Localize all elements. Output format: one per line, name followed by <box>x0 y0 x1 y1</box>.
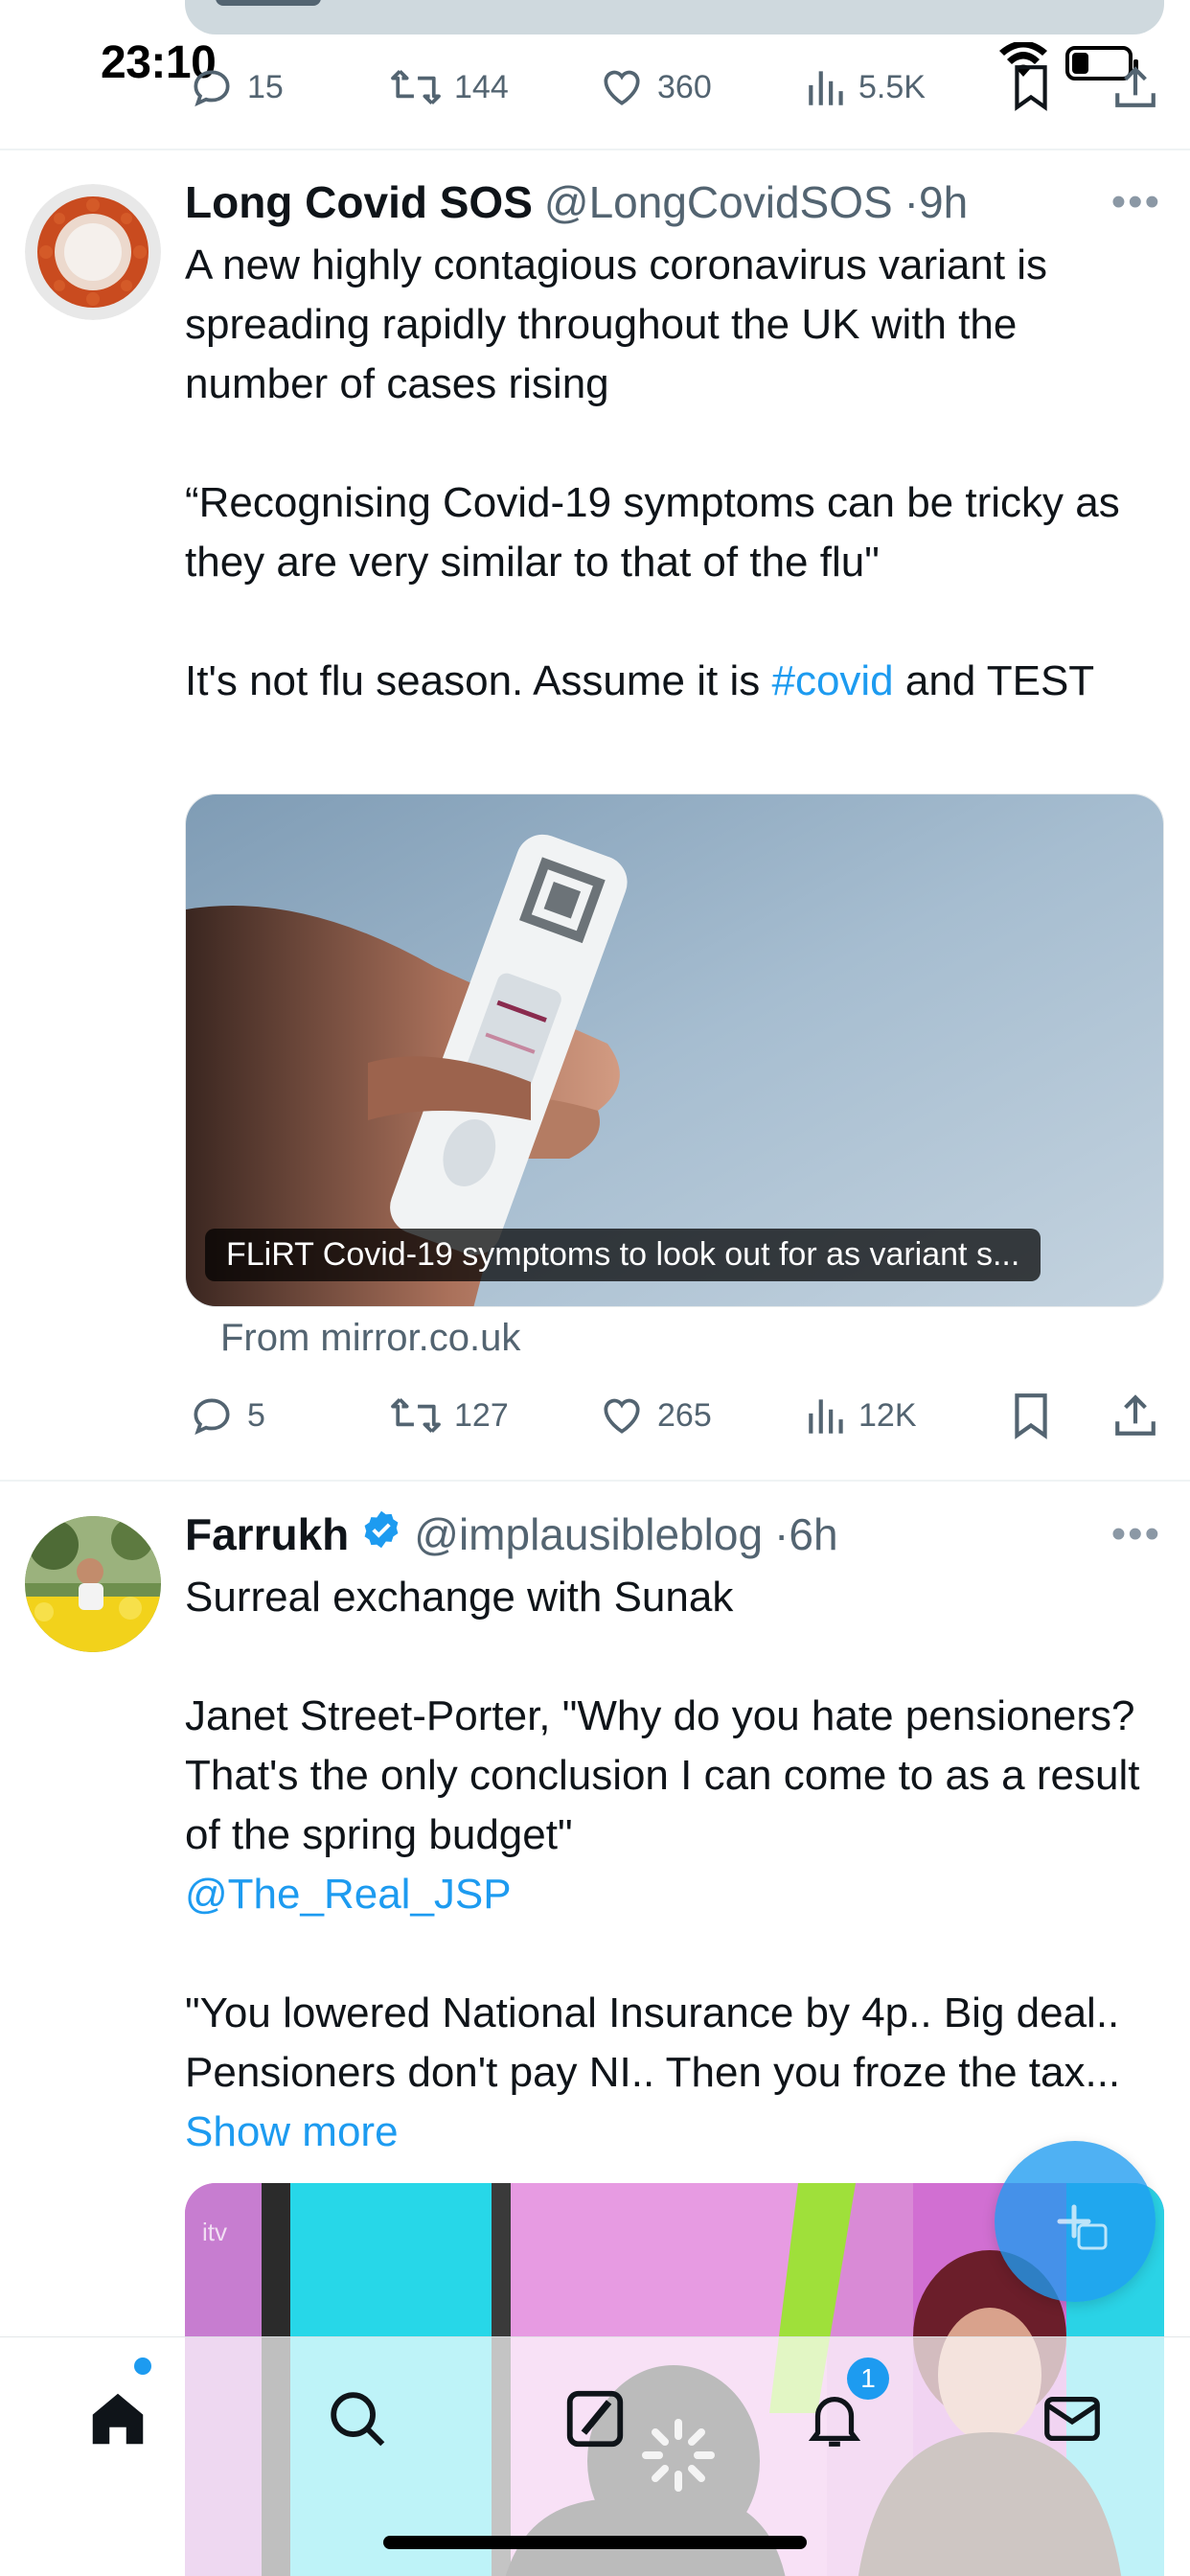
link-card-image[interactable]: FLiRT Covid-19 symptoms to look out for … <box>185 794 1164 1307</box>
share-icon <box>1115 66 1156 107</box>
views-count: 5.5K <box>858 68 926 105</box>
share-button[interactable] <box>1113 63 1157 111</box>
more-options-icon[interactable]: ••• <box>1111 1510 1161 1558</box>
views-count: 12K <box>858 1396 917 1434</box>
tab-search[interactable] <box>314 2376 400 2462</box>
mail-icon <box>1044 2396 1100 2442</box>
avatar[interactable] <box>25 1516 161 1652</box>
loading-spinner-icon <box>642 2419 715 2492</box>
author-handle[interactable]: @LongCovidSOS <box>544 176 893 228</box>
plus-icon <box>1057 2204 1108 2250</box>
reply-count: 5 <box>247 1396 265 1434</box>
tweet-text-segment: It's not flu season. Assume it is <box>185 657 772 704</box>
reply-icon <box>194 1398 230 1436</box>
home-icon <box>92 2393 144 2445</box>
mention-link[interactable]: @The_Real_JSP <box>185 1865 1162 1924</box>
like-count: 265 <box>657 1396 712 1434</box>
like-count: 360 <box>657 68 712 105</box>
reply-button[interactable]: 15 <box>188 63 284 111</box>
search-icon <box>331 2392 385 2447</box>
notification-badge: 1 <box>847 2358 889 2400</box>
link-card-caption: FLiRT Covid-19 symptoms to look out for … <box>205 1229 1041 1281</box>
tweet-text-line: “Recognising Covid-19 symptoms can be tr… <box>185 479 1120 586</box>
heart-icon <box>604 70 640 105</box>
media-watermark: itv <box>202 2218 227 2246</box>
tweet-text-line: It's not flu season. Assume it is #covid… <box>185 652 1162 711</box>
tweet-divider <box>0 1480 1190 1482</box>
reply-count: 15 <box>247 68 284 105</box>
like-button[interactable]: 265 <box>598 1392 712 1439</box>
author-handle[interactable]: @implausibleblog <box>414 1508 763 1560</box>
tweet-header: Long Covid SOS @LongCovidSOS · 9h <box>185 176 968 228</box>
avatar[interactable] <box>25 184 161 320</box>
author-name[interactable]: Farrukh <box>185 1508 349 1560</box>
like-button[interactable]: 360 <box>598 63 712 111</box>
retweet-icon <box>391 1398 441 1433</box>
bookmark-button[interactable] <box>1010 1392 1052 1439</box>
reply-button[interactable]: 5 <box>188 1392 265 1439</box>
tweet-body: Surreal exchange with Sunak Janet Street… <box>185 1568 1162 2162</box>
retweet-count: 144 <box>454 68 509 105</box>
tweet-text-line: Surreal exchange with Sunak <box>185 1574 734 1621</box>
share-button[interactable] <box>1113 1392 1157 1439</box>
tweet-time: 9h <box>919 177 969 227</box>
retweet-count: 127 <box>454 1396 509 1434</box>
share-icon <box>1115 1394 1156 1436</box>
tweet-divider <box>0 149 1190 150</box>
hashtag-link[interactable]: #covid <box>771 657 893 704</box>
compose-button[interactable] <box>995 2141 1156 2302</box>
separator-dot: · <box>904 177 919 227</box>
tab-grok[interactable] <box>552 2376 638 2462</box>
tweet-text-line: Janet Street-Porter, "Why do you hate pe… <box>185 1692 1140 1858</box>
tweet-body: A new highly contagious coronavirus vari… <box>185 236 1162 711</box>
views-icon <box>809 71 843 105</box>
retweet-button[interactable]: 127 <box>389 1392 509 1439</box>
more-options-icon[interactable]: ••• <box>1111 178 1161 226</box>
verified-badge-icon <box>360 1508 402 1561</box>
link-source[interactable]: From mirror.co.uk <box>220 1317 520 1360</box>
author-name[interactable]: Long Covid SOS <box>185 176 533 228</box>
tweet-header: Farrukh @implausibleblog · 6h <box>185 1508 838 1561</box>
retweet-icon <box>391 70 441 104</box>
views-button[interactable]: 5.5K <box>807 63 926 111</box>
heart-icon <box>604 1398 640 1434</box>
battery-level <box>1072 53 1088 74</box>
tweet-text-segment: "You lowered National Insurance by 4p.. … <box>185 1990 1121 2096</box>
tweet-text-segment: and TEST <box>893 657 1095 704</box>
views-button[interactable]: 12K <box>807 1392 917 1439</box>
previous-tweet-media-bottom <box>185 0 1164 34</box>
tweet-text-line: "You lowered National Insurance by 4p.. … <box>185 1984 1162 2162</box>
tab-messages[interactable] <box>1029 2376 1115 2462</box>
home-unread-dot <box>134 2358 151 2375</box>
tweet-time: 6h <box>789 1509 838 1559</box>
grok-icon <box>566 2390 624 2448</box>
bookmark-icon <box>1015 65 1047 111</box>
bookmark-button[interactable] <box>1010 63 1052 111</box>
separator-dot: · <box>774 1509 790 1559</box>
home-indicator <box>383 2536 807 2549</box>
bookmark-icon <box>1015 1393 1047 1439</box>
tab-home[interactable] <box>75 2376 161 2462</box>
tweet-text-line: A new highly contagious coronavirus vari… <box>185 242 1048 407</box>
views-icon <box>809 1399 843 1434</box>
media-scrubber-handle <box>216 0 321 6</box>
reply-icon <box>194 70 230 107</box>
show-more-link[interactable]: Show more <box>185 2108 399 2155</box>
retweet-button[interactable]: 144 <box>389 63 509 111</box>
